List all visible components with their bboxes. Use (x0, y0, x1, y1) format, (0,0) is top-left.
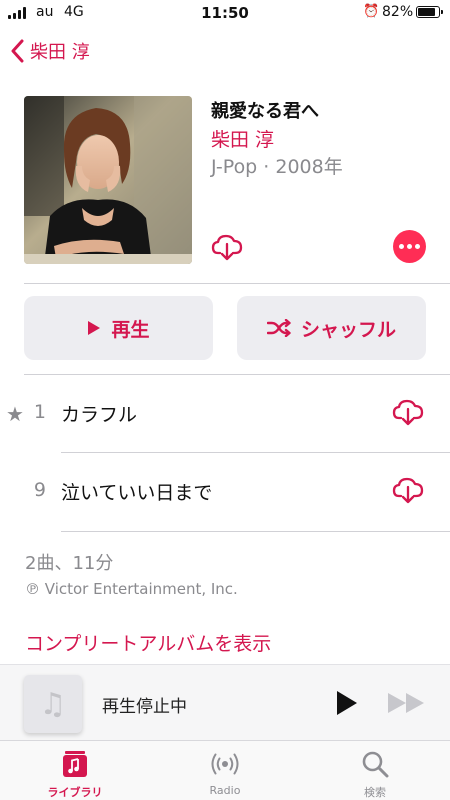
track-number: 9 (33, 479, 46, 501)
copyright-text: ℗ Victor Entertainment, Inc. (25, 580, 238, 598)
album-summary: 2曲、11分 (25, 553, 114, 574)
tab-bar: ライブラリ Radio 検索 (0, 740, 450, 800)
tab-label: Radio (209, 784, 241, 797)
album-artist-link[interactable]: 柴田 淳 (211, 125, 274, 152)
tab-search[interactable]: 検索 (320, 741, 430, 800)
download-track-button[interactable] (392, 475, 424, 505)
play-icon (88, 321, 101, 335)
album-artwork (24, 96, 192, 264)
more-dot-icon (415, 244, 420, 249)
play-button-label: 再生 (111, 318, 150, 341)
track-row[interactable]: 9 泣いていい日まで (0, 453, 450, 531)
star-icon: ★ (6, 402, 24, 426)
track-title: カラフル (61, 404, 138, 426)
battery-percent: 82% (382, 4, 414, 20)
mini-player[interactable]: ♫ 再生停止中 (0, 664, 450, 740)
mini-player-status: 再生停止中 (102, 697, 187, 717)
cloud-download-icon (392, 477, 424, 504)
next-track-button[interactable] (387, 691, 427, 715)
search-icon (362, 751, 389, 778)
download-album-button[interactable] (211, 232, 243, 262)
divider (24, 283, 450, 284)
track-row[interactable]: ★ 1 カラフル (0, 375, 450, 453)
shuffle-button[interactable]: シャッフル (237, 296, 426, 360)
track-number: 1 (33, 401, 46, 423)
music-note-icon: ♫ (24, 675, 82, 733)
play-button[interactable]: 再生 (24, 296, 213, 360)
cloud-download-icon (211, 234, 243, 261)
more-options-button[interactable] (393, 230, 426, 263)
fast-forward-icon (388, 693, 424, 713)
status-bar: au 4G 11:50 ⏰ 82% (0, 0, 450, 26)
tab-radio[interactable]: Radio (170, 741, 280, 800)
chevron-left-icon (11, 39, 24, 63)
alarm-icon: ⏰ (363, 4, 380, 19)
shuffle-icon (266, 319, 291, 337)
divider (61, 531, 450, 532)
back-button[interactable]: 柴田 淳 (10, 36, 90, 66)
play-icon (337, 691, 357, 715)
shuffle-button-label: シャッフル (300, 318, 396, 341)
tab-label: 検索 (364, 786, 386, 799)
download-track-button[interactable] (392, 397, 424, 427)
tab-label: ライブラリ (47, 786, 103, 799)
album-title: 親愛なる君へ (211, 101, 319, 122)
track-title: 泣いていい日まで (61, 482, 213, 504)
back-label: 柴田 淳 (30, 42, 90, 63)
tab-library[interactable]: ライブラリ (20, 741, 130, 800)
more-dot-icon (399, 244, 404, 249)
mini-play-button[interactable] (334, 689, 360, 717)
library-icon (63, 751, 87, 777)
battery-icon (416, 6, 443, 18)
more-dot-icon (407, 244, 412, 249)
show-complete-album-link[interactable]: コンプリートアルバムを表示 (25, 629, 271, 656)
album-genre-year: J-Pop · 2008年 (211, 156, 343, 178)
cloud-download-icon (392, 399, 424, 426)
radio-icon (211, 753, 239, 775)
